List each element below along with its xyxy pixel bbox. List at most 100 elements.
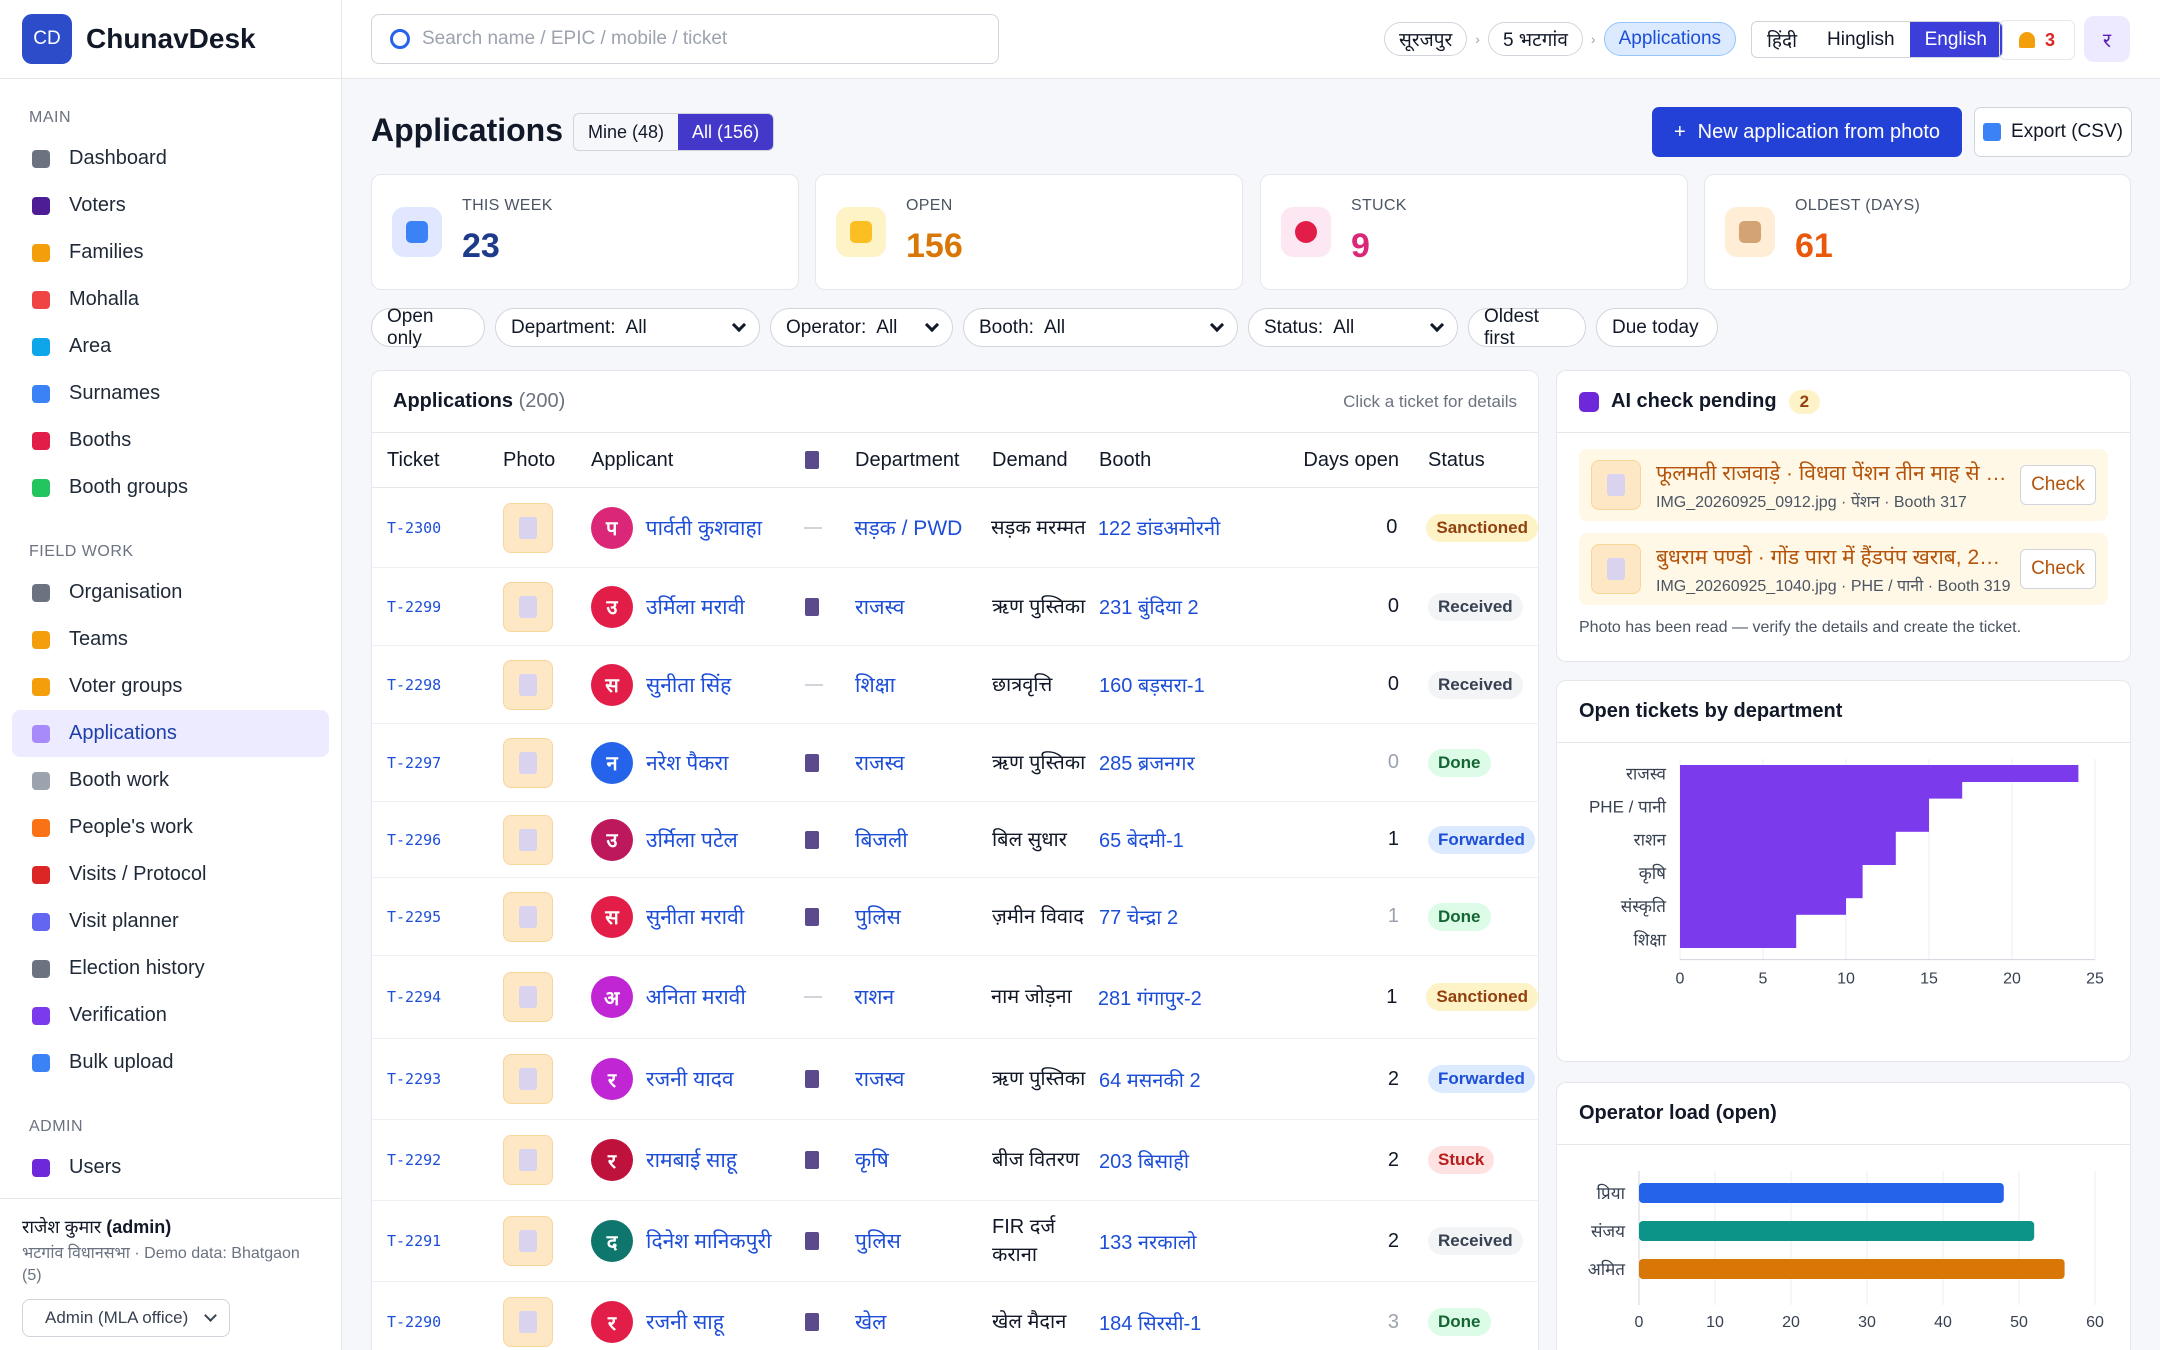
table-row[interactable]: T-2295 स सुनीता मरावी पुलिस ज़मीन विवाद 77 चे… <box>372 878 1538 956</box>
department-link[interactable]: राशन <box>854 983 991 1011</box>
table-row[interactable]: T-2292 र रामबाई साहू कृषि बीज वितरण 203 बिसाह… <box>372 1120 1538 1201</box>
applicant-name[interactable]: रजनी साहू <box>646 1308 724 1336</box>
document-icon[interactable] <box>805 1070 819 1088</box>
tab-all[interactable]: All (156) <box>678 114 774 150</box>
breadcrumb-item[interactable]: Applications <box>1603 22 1737 56</box>
check-button[interactable]: Check <box>2020 549 2096 589</box>
column-header[interactable]: Photo <box>503 449 591 472</box>
stat-card-open[interactable]: OPEN 156 <box>815 174 1243 290</box>
bar[interactable] <box>1680 897 1846 915</box>
department-link[interactable]: पुलिस <box>855 903 992 931</box>
document-icon[interactable] <box>805 907 819 926</box>
applicant-name[interactable]: दिनेश मानिकपुरी <box>646 1227 772 1255</box>
booth-link[interactable]: 231 बुंदिया 2 <box>1099 593 1289 620</box>
sidebar-item-area[interactable]: Area <box>12 323 329 370</box>
sidebar-item-booth-work[interactable]: Booth work <box>12 757 329 804</box>
check-button[interactable]: Check <box>2020 465 2096 505</box>
tab-mine[interactable]: Mine (48) <box>574 114 678 150</box>
ticket-id[interactable]: T-2294 <box>372 988 503 1006</box>
column-header[interactable]: Applicant <box>591 449 805 472</box>
filter-department[interactable]: Department: All <box>495 308 760 347</box>
sidebar-item-govt[interactable]: Govt <box>12 1191 329 1198</box>
applicant-name[interactable]: उर्मिला मरावी <box>646 593 745 621</box>
table-row[interactable]: T-2296 उ उर्मिला पटेल बिजली बिल सुधार 65 बेदम… <box>372 802 1538 878</box>
brand[interactable]: CD ChunavDesk <box>0 0 341 79</box>
new-application-button[interactable]: + New application from photo <box>1652 107 1962 157</box>
department-link[interactable]: पुलिस <box>855 1227 992 1255</box>
search-input[interactable]: Search name / EPIC / mobile / ticket <box>371 14 999 64</box>
column-header[interactable]: Days open <box>1289 449 1399 472</box>
bar[interactable] <box>1680 914 1797 932</box>
sidebar-item-users[interactable]: Users <box>12 1144 329 1191</box>
department-link[interactable]: राजस्व <box>855 1065 992 1093</box>
ticket-id[interactable]: T-2295 <box>372 908 503 926</box>
column-header[interactable] <box>805 451 855 469</box>
sidebar-item-booth-groups[interactable]: Booth groups <box>12 464 329 511</box>
stat-card-this-week[interactable]: THIS WEEK 23 <box>371 174 799 290</box>
column-header[interactable]: Department <box>855 449 992 472</box>
booth-link[interactable]: 285 ब्रजनगर <box>1099 749 1289 776</box>
photo-thumbnail[interactable] <box>503 581 553 632</box>
sidebar-item-surnames[interactable]: Surnames <box>12 370 329 417</box>
applicant-name[interactable]: नरेश पैकरा <box>646 749 728 777</box>
ticket-id[interactable]: T-2299 <box>372 598 503 616</box>
bar[interactable] <box>1639 1259 2065 1279</box>
sidebar-item-election-history[interactable]: Election history <box>12 945 329 992</box>
sidebar-item-dashboard[interactable]: Dashboard <box>12 135 329 182</box>
ticket-id[interactable]: T-2292 <box>372 1151 503 1169</box>
language-option[interactable]: हिंदी <box>1752 22 1812 57</box>
ticket-id[interactable]: T-2297 <box>372 754 503 772</box>
sidebar-item-people-s-work[interactable]: People's work <box>12 804 329 851</box>
language-option[interactable]: Hinglish <box>1812 22 1910 57</box>
sidebar-item-organisation[interactable]: Organisation <box>12 569 329 616</box>
notifications-button[interactable]: 3 <box>1999 20 2075 60</box>
photo-thumbnail[interactable] <box>503 1216 553 1266</box>
bar[interactable] <box>1680 814 1929 832</box>
ticket-id[interactable]: T-2296 <box>372 831 503 849</box>
applicant-name[interactable]: रामबाई साहू <box>646 1146 737 1174</box>
department-link[interactable]: राजस्व <box>855 749 992 777</box>
document-icon[interactable] <box>805 830 819 849</box>
filter-due-today[interactable]: Due today <box>1596 308 1718 347</box>
bar[interactable] <box>1639 1183 2004 1203</box>
applicant-name[interactable]: रजनी यादव <box>646 1065 734 1093</box>
sidebar-item-voters[interactable]: Voters <box>12 182 329 229</box>
ticket-id[interactable]: T-2293 <box>372 1070 503 1088</box>
applicant-name[interactable]: पार्वती कुशवाहा <box>646 514 762 542</box>
filter-oldest-first[interactable]: Oldest first <box>1468 306 1586 349</box>
bar[interactable] <box>1680 798 1929 816</box>
table-row[interactable]: T-2299 उ उर्मिला मरावी राजस्व ऋण पुस्तिका 231… <box>372 568 1538 646</box>
filter-operator[interactable]: Operator: All <box>770 308 953 347</box>
column-header[interactable]: Demand <box>992 446 1099 474</box>
document-icon[interactable] <box>805 597 819 616</box>
table-row[interactable]: T-2291 द दिनेश मानिकपुरी पुलिस FIR दर्ज करान… <box>372 1201 1538 1282</box>
bar[interactable] <box>1680 831 1896 849</box>
booth-link[interactable]: 203 बिसाही <box>1099 1147 1289 1174</box>
applicant-name[interactable]: सुनीता मरावी <box>646 903 744 931</box>
sidebar-item-visits-protocol[interactable]: Visits / Protocol <box>12 851 329 898</box>
table-row[interactable]: T-2300 प पार्वती कुशवाहा सड़क / PWD सड़क मरम… <box>372 488 1538 568</box>
booth-link[interactable]: 184 सिरसी-1 <box>1099 1309 1289 1336</box>
sidebar-item-voter-groups[interactable]: Voter groups <box>12 663 329 710</box>
filter-open-only[interactable]: Open only <box>371 306 485 349</box>
booth-link[interactable]: 122 डांडअमोरनी <box>1098 514 1288 541</box>
sidebar-item-applications[interactable]: Applications <box>12 710 329 757</box>
ai-check-item[interactable]: फूलमती राजवाड़े · विधवा पेंशन तीन माह से… <box>1579 449 2108 521</box>
ticket-id[interactable]: T-2291 <box>372 1232 503 1250</box>
language-option[interactable]: English <box>1909 22 2002 57</box>
ticket-id[interactable]: T-2298 <box>372 676 503 694</box>
booth-link[interactable]: 64 मसनकी 2 <box>1099 1066 1289 1093</box>
department-link[interactable]: राजस्व <box>855 593 992 621</box>
document-icon[interactable] <box>805 1232 819 1250</box>
ticket-id[interactable]: T-2300 <box>372 519 503 537</box>
stat-card-oldest-days[interactable]: OLDEST (DAYS) 61 <box>1704 174 2131 290</box>
bar[interactable] <box>1680 864 1863 882</box>
booth-link[interactable]: 133 नरकालो <box>1099 1228 1289 1255</box>
document-icon[interactable] <box>805 1151 819 1169</box>
applicant-name[interactable]: अनिता मरावी <box>646 983 746 1011</box>
booth-link[interactable]: 65 बेदमी-1 <box>1099 826 1289 853</box>
photo-thumbnail[interactable] <box>503 1054 553 1104</box>
filter-status[interactable]: Status: All <box>1248 308 1458 347</box>
booth-link[interactable]: 281 गंगापुर-2 <box>1098 984 1288 1011</box>
bar[interactable] <box>1680 848 1896 865</box>
